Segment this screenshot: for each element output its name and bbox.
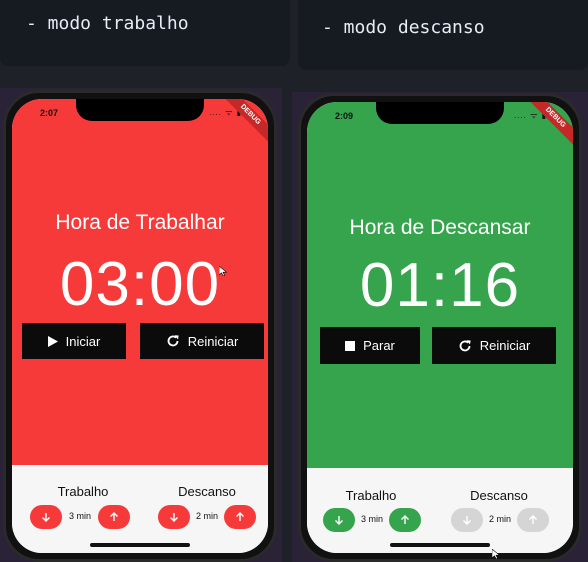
arrow-up-icon — [236, 512, 244, 521]
mouse-cursor-icon — [219, 266, 227, 276]
work-duration-value: 3 min — [360, 514, 383, 524]
arrow-up-icon — [110, 512, 118, 521]
stop-button[interactable]: Parar — [320, 327, 420, 364]
arrow-down-icon — [463, 516, 471, 525]
rest-increase-button[interactable] — [224, 505, 256, 529]
work-duration-value: 3 min — [68, 511, 91, 521]
work-duration-label: Trabalho — [57, 484, 109, 499]
home-indicator — [90, 543, 190, 547]
timer-display: 03:00 — [59, 250, 221, 319]
rest-decrease-button[interactable] — [451, 508, 483, 532]
phone-screen: 2:09 .... ᯤ ▮ DEBUG Hora de Descansar 01… — [307, 102, 573, 553]
rest-duration-value: 2 min — [488, 514, 511, 524]
reset-button-label: Reiniciar — [187, 333, 239, 349]
reset-button[interactable]: Reiniciar — [140, 323, 264, 359]
phone-notch — [376, 102, 504, 124]
timer-panel: 2:09 .... ᯤ ▮ DEBUG Hora de Descansar 01… — [307, 102, 573, 472]
stop-icon — [345, 340, 356, 351]
arrow-up-icon — [529, 515, 537, 524]
caption-text: - modo descanso — [322, 17, 485, 38]
play-icon — [47, 335, 58, 347]
work-decrease-button[interactable] — [323, 508, 355, 532]
start-button[interactable]: Iniciar — [22, 323, 126, 359]
work-duration-label: Trabalho — [345, 488, 397, 503]
rest-duration-label: Descanso — [178, 484, 236, 499]
rest-duration-value: 2 min — [195, 511, 218, 521]
timer-display: 01:16 — [359, 251, 521, 320]
caption-work-mode: - modo trabalho — [0, 0, 290, 66]
settings-panel: Trabalho 3 min Descanso 2 min — [307, 468, 573, 553]
caption-text: - modo trabalho — [26, 13, 189, 34]
mode-title: Hora de Descansar — [349, 216, 531, 239]
mode-title: Hora de Trabalhar — [55, 211, 225, 234]
status-time: 2:09 — [335, 111, 354, 121]
arrow-down-icon — [42, 513, 50, 522]
stop-button-label: Parar — [363, 338, 395, 353]
arrow-up-icon — [401, 515, 409, 524]
home-indicator — [390, 543, 490, 547]
timer-panel: 2:07 .... ᯤ ▮ DEBUG Hora de Trabalhar 03… — [12, 99, 268, 471]
phone-screen: 2:07 .... ᯤ ▮ DEBUG Hora de Trabalhar 03… — [12, 99, 268, 553]
refresh-icon — [167, 335, 179, 347]
work-increase-button[interactable] — [98, 505, 130, 529]
status-time: 2:07 — [40, 108, 59, 118]
arrow-down-icon — [170, 513, 178, 522]
reset-button[interactable]: Reiniciar — [432, 327, 556, 364]
work-increase-button[interactable] — [389, 508, 421, 532]
reset-button-label: Reiniciar — [479, 338, 531, 353]
arrow-down-icon — [335, 516, 343, 525]
settings-panel: Trabalho 3 min Descanso 2 min — [12, 465, 268, 553]
rest-increase-button[interactable] — [517, 508, 549, 532]
phone-notch — [76, 99, 204, 121]
rest-decrease-button[interactable] — [158, 505, 190, 529]
mouse-cursor-icon — [492, 549, 500, 559]
start-button-label: Iniciar — [65, 333, 101, 349]
work-decrease-button[interactable] — [30, 505, 62, 529]
caption-rest-mode: - modo descanso — [298, 0, 588, 70]
phone-frame-rest: 2:09 .... ᯤ ▮ DEBUG Hora de Descansar 01… — [298, 93, 582, 562]
refresh-icon — [459, 339, 471, 351]
rest-duration-label: Descanso — [470, 488, 528, 503]
phone-frame-work: 2:07 .... ᯤ ▮ DEBUG Hora de Trabalhar 03… — [3, 90, 277, 562]
